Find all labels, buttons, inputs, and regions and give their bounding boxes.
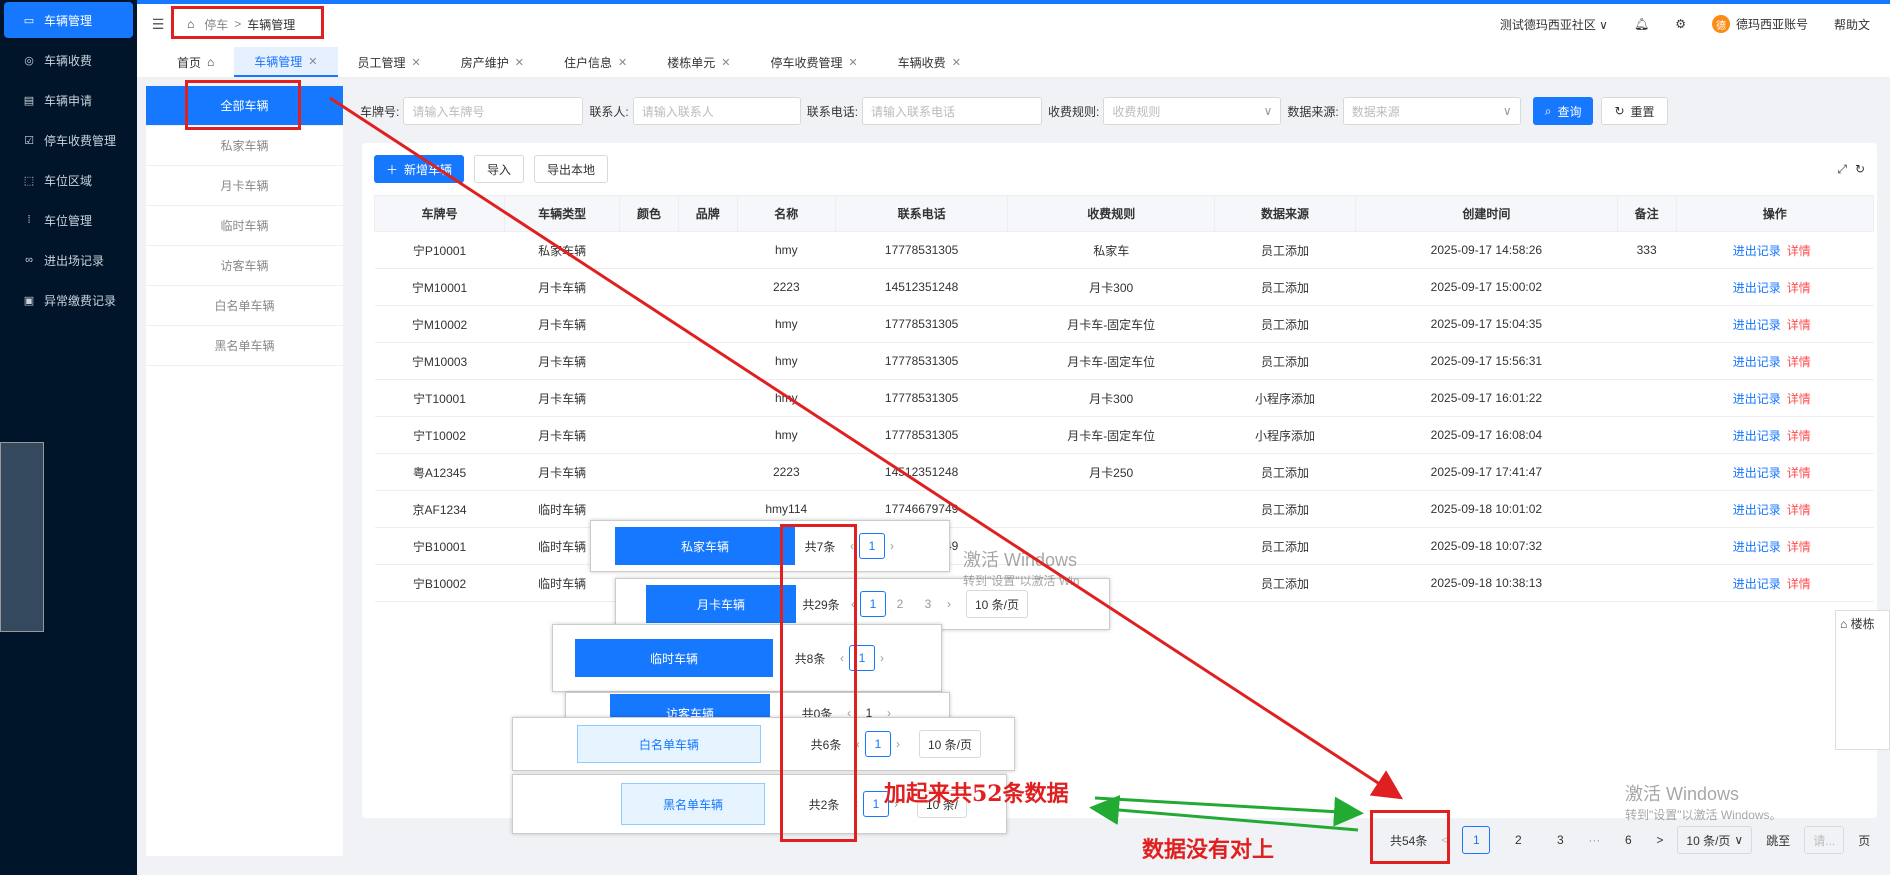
red-arrow — [329, 96, 1404, 800]
annotation-arrows — [329, 96, 1404, 832]
annotation-sum: 加起来共52条数据 — [884, 781, 1069, 807]
annotation-mismatch: 数据没有对上 — [1142, 837, 1275, 863]
